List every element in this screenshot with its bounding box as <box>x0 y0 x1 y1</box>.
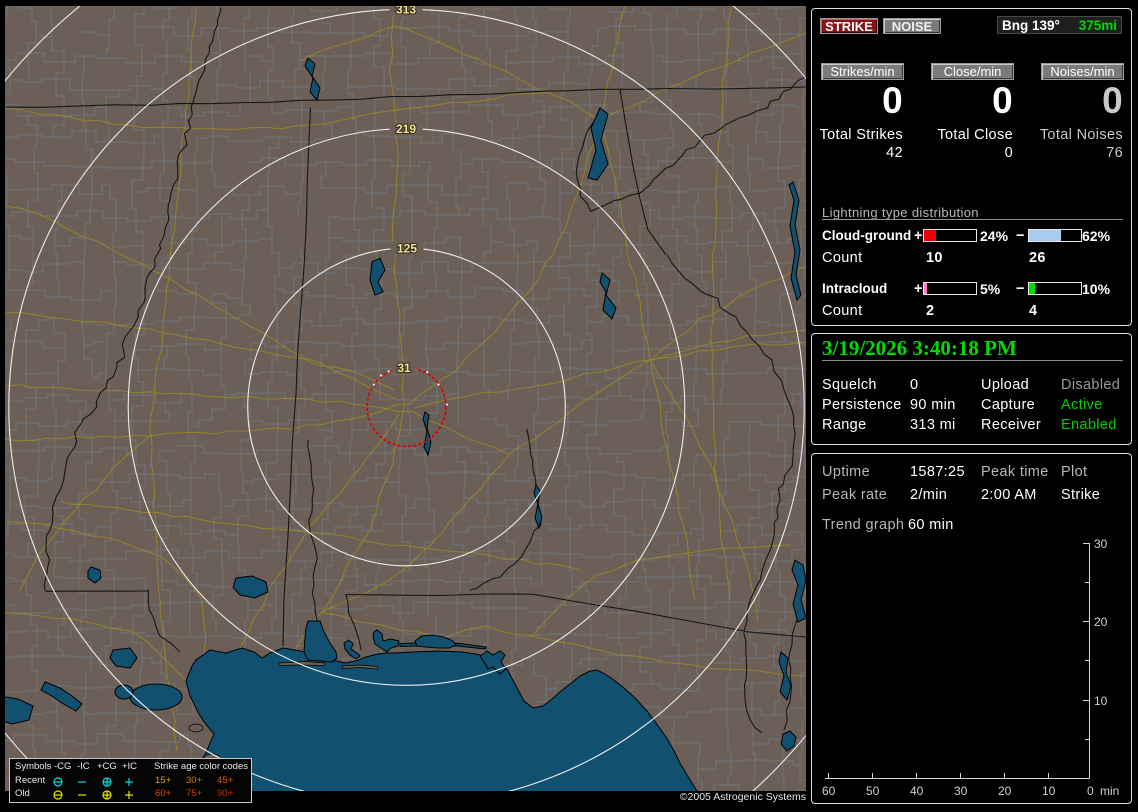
svg-text:30: 30 <box>1094 537 1108 551</box>
svg-text:50: 50 <box>866 784 880 798</box>
svg-text:10: 10 <box>1042 784 1056 798</box>
svg-text:0: 0 <box>1087 784 1094 798</box>
svg-text:30: 30 <box>954 784 968 798</box>
svg-text:10: 10 <box>1094 694 1108 708</box>
svg-text:60: 60 <box>822 784 836 798</box>
svg-text:40: 40 <box>910 784 924 798</box>
svg-text:min: min <box>1100 784 1119 798</box>
svg-text:20: 20 <box>1094 615 1108 629</box>
svg-text:125: 125 <box>397 242 417 256</box>
svg-text:20: 20 <box>998 784 1012 798</box>
svg-text:219: 219 <box>396 122 416 136</box>
svg-text:31: 31 <box>397 361 411 375</box>
svg-text:313: 313 <box>396 3 416 17</box>
